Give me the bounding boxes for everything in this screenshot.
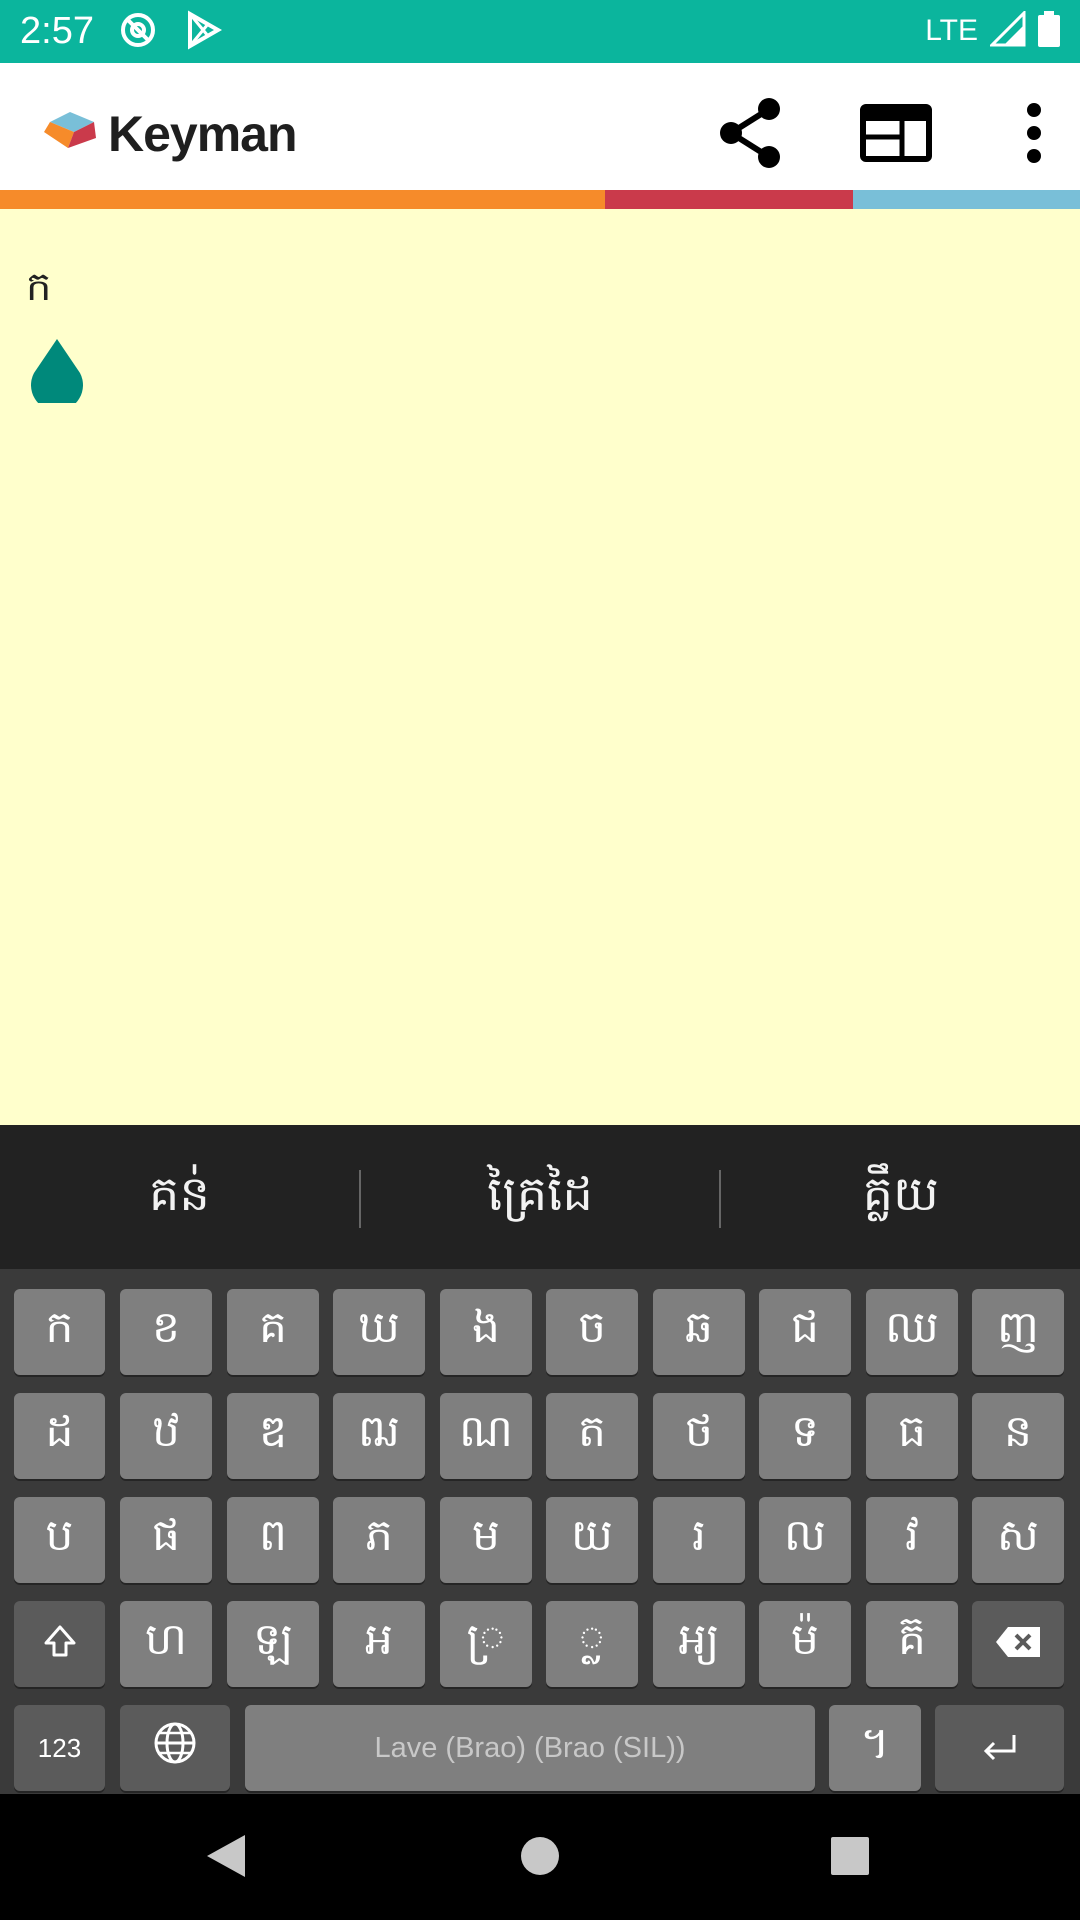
shift-icon <box>42 1619 78 1670</box>
enter-key[interactable] <box>935 1705 1064 1791</box>
key[interactable]: ម៉ <box>759 1601 851 1687</box>
key[interactable]: ឈ <box>866 1289 958 1375</box>
punctuation-key[interactable]: ។ <box>829 1705 921 1791</box>
suggestion-1[interactable]: គន់ <box>0 1164 359 1234</box>
key[interactable]: ត <box>546 1393 638 1479</box>
keyman-logo-icon <box>40 108 100 160</box>
key[interactable]: ◌្ល <box>546 1601 638 1687</box>
key[interactable]: ទ <box>759 1393 851 1479</box>
key[interactable]: ប <box>14 1497 105 1583</box>
key[interactable]: គ៊ <box>866 1601 958 1687</box>
on-screen-keyboard: ក ខ គ ឃ ង ច ឆ ជ ឈ ញ ដ ឋ ឌ ឍ ណ ត ថ ទ ធ ន … <box>0 1269 1080 1794</box>
key[interactable]: ច <box>546 1289 638 1375</box>
key[interactable]: ក <box>14 1289 105 1375</box>
key[interactable]: វ <box>866 1497 958 1583</box>
key[interactable]: ន <box>972 1393 1064 1479</box>
suggestion-3[interactable]: គ្លឹយ <box>721 1164 1080 1234</box>
key[interactable]: ស <box>972 1497 1064 1583</box>
status-bar: 2:57 LTE <box>0 0 1080 63</box>
key[interactable]: ដ <box>14 1393 105 1479</box>
share-icon <box>717 97 783 173</box>
key[interactable]: ល <box>759 1497 851 1583</box>
key[interactable]: ឍ <box>333 1393 425 1479</box>
editor-text: ក <box>26 264 52 310</box>
keyboard-layout-button[interactable] <box>856 95 936 175</box>
backspace-icon <box>994 1619 1042 1670</box>
key[interactable]: ◌្រ <box>440 1601 532 1687</box>
key[interactable]: ង <box>440 1289 532 1375</box>
key[interactable]: ខ <box>120 1289 212 1375</box>
key[interactable]: ជ <box>759 1289 851 1375</box>
layout-icon <box>860 104 932 166</box>
key[interactable]: ញ <box>972 1289 1064 1375</box>
battery-icon <box>1038 11 1060 51</box>
key[interactable]: ឡ <box>227 1601 319 1687</box>
suggestion-bar: គន់ គ្រៃដៃ គ្លឹយ <box>0 1129 1080 1269</box>
home-button[interactable] <box>512 1830 568 1886</box>
key[interactable]: យ <box>546 1497 638 1583</box>
key[interactable]: អ <box>333 1601 425 1687</box>
key[interactable]: ណ <box>440 1393 532 1479</box>
recents-button[interactable] <box>822 1830 878 1886</box>
key[interactable]: ថ <box>653 1393 745 1479</box>
back-icon <box>203 1831 249 1885</box>
key[interactable]: ផ <box>120 1497 212 1583</box>
key[interactable]: ឃ <box>333 1289 425 1375</box>
numbers-key[interactable]: 123 <box>14 1705 105 1791</box>
cursor-handle-icon[interactable] <box>28 337 86 412</box>
share-button[interactable] <box>710 95 790 175</box>
play-store-icon <box>186 10 223 54</box>
recents-icon <box>830 1836 870 1880</box>
numbers-key-label: 123 <box>37 1732 82 1763</box>
key[interactable]: ធ <box>866 1393 958 1479</box>
system-nav-bar <box>0 1794 1080 1920</box>
signal-icon <box>988 9 1026 51</box>
status-time: 2:57 <box>20 10 94 52</box>
key[interactable]: ឋ <box>120 1393 212 1479</box>
network-type: LTE <box>925 14 978 47</box>
more-vert-icon <box>1024 102 1044 168</box>
globe-icon <box>153 1721 197 1776</box>
brand-color-strip <box>0 190 1080 209</box>
home-icon <box>518 1834 562 1882</box>
more-options-button[interactable] <box>994 95 1074 175</box>
space-key[interactable]: Lave (Brao) (Brao (SIL)) <box>245 1705 815 1791</box>
key[interactable]: ហ <box>120 1601 212 1687</box>
key[interactable]: រ <box>653 1497 745 1583</box>
back-button[interactable] <box>198 1830 254 1886</box>
language-key[interactable] <box>120 1705 230 1791</box>
text-editor[interactable]: ក <box>0 209 1080 1126</box>
logo-text: Keyman <box>108 106 298 162</box>
backspace-key[interactable] <box>972 1601 1064 1687</box>
shift-key[interactable] <box>14 1601 105 1687</box>
key[interactable]: អ្យ <box>653 1601 745 1687</box>
sync-icon <box>118 10 158 54</box>
key[interactable]: ព <box>227 1497 319 1583</box>
key[interactable]: ភ <box>333 1497 425 1583</box>
app-bar: Keyman <box>0 63 1080 190</box>
keyman-logo: Keyman <box>40 105 298 163</box>
key[interactable]: ឌ <box>227 1393 319 1479</box>
key[interactable]: ឆ <box>653 1289 745 1375</box>
enter-icon <box>980 1723 1020 1774</box>
suggestion-2[interactable]: គ្រៃដៃ <box>361 1164 720 1234</box>
key[interactable]: ម <box>440 1497 532 1583</box>
space-key-label: Lave (Brao) (Brao (SIL)) <box>374 1731 686 1764</box>
key[interactable]: គ <box>227 1289 319 1375</box>
